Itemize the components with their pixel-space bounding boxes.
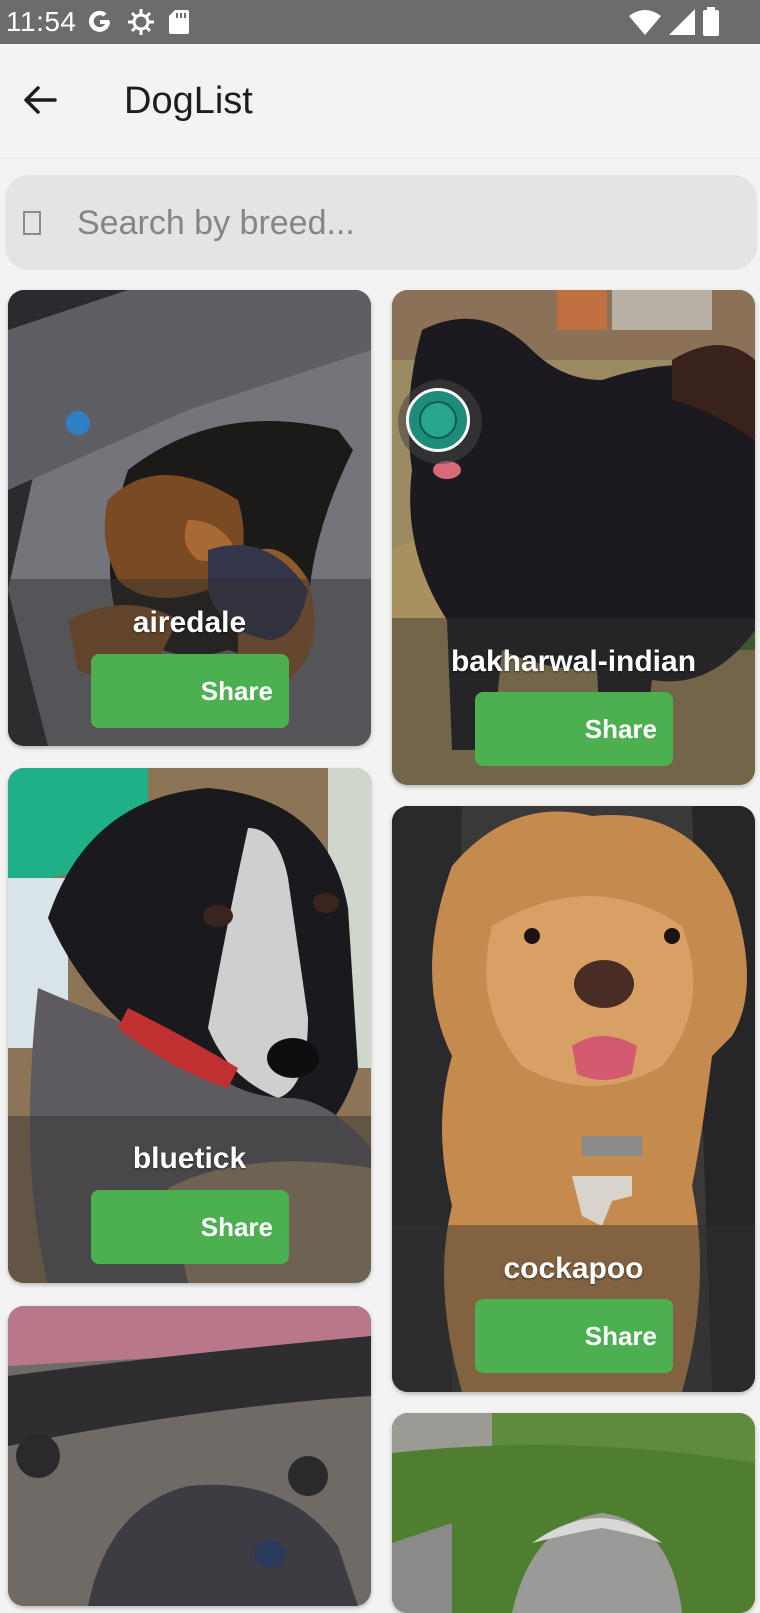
settings-gear-icon xyxy=(128,9,154,35)
google-g-icon xyxy=(89,10,110,32)
dog-card[interactable] xyxy=(8,1306,371,1606)
battery-icon xyxy=(703,7,719,36)
share-button[interactable]: Share xyxy=(91,1190,289,1264)
dog-card-bakharwal-indian[interactable]: bakharwal-indian Share xyxy=(392,290,755,785)
dog-photo-icon xyxy=(392,1413,755,1613)
breed-name: cockapoo xyxy=(503,1252,644,1285)
status-bar: 11:54 xyxy=(0,0,760,44)
share-button[interactable]: Share xyxy=(475,1299,673,1373)
share-button[interactable]: Share xyxy=(91,654,289,728)
page-title: DogList xyxy=(124,80,253,122)
cell-signal-icon xyxy=(669,9,695,35)
breed-name: bakharwal-indian xyxy=(450,645,697,678)
app-bar: DogList xyxy=(0,44,760,159)
breed-name: airedale xyxy=(132,606,247,639)
touch-indicator-dot xyxy=(419,401,457,439)
touch-indicator xyxy=(398,380,482,464)
arrow-back-icon xyxy=(24,86,57,114)
status-icons-right xyxy=(628,7,720,37)
dog-photo-icon xyxy=(8,1306,371,1606)
dog-card-bluetick[interactable]: bluetick Share xyxy=(8,768,371,1283)
dog-card-airedale[interactable]: airedale Share xyxy=(8,290,371,746)
missing-glyph-icon xyxy=(23,211,41,235)
share-button[interactable]: Share xyxy=(475,692,673,766)
sd-card-icon xyxy=(169,10,189,34)
dog-card-cockapoo[interactable]: cockapoo Share xyxy=(392,806,755,1392)
search-input[interactable] xyxy=(77,199,727,247)
breed-name: bluetick xyxy=(132,1142,247,1175)
back-button[interactable] xyxy=(14,74,66,126)
status-time: 11:54 xyxy=(6,6,77,37)
wifi-icon xyxy=(629,10,661,35)
search-box[interactable] xyxy=(5,175,757,270)
status-icons-left xyxy=(86,6,190,38)
dog-card[interactable] xyxy=(392,1413,755,1613)
